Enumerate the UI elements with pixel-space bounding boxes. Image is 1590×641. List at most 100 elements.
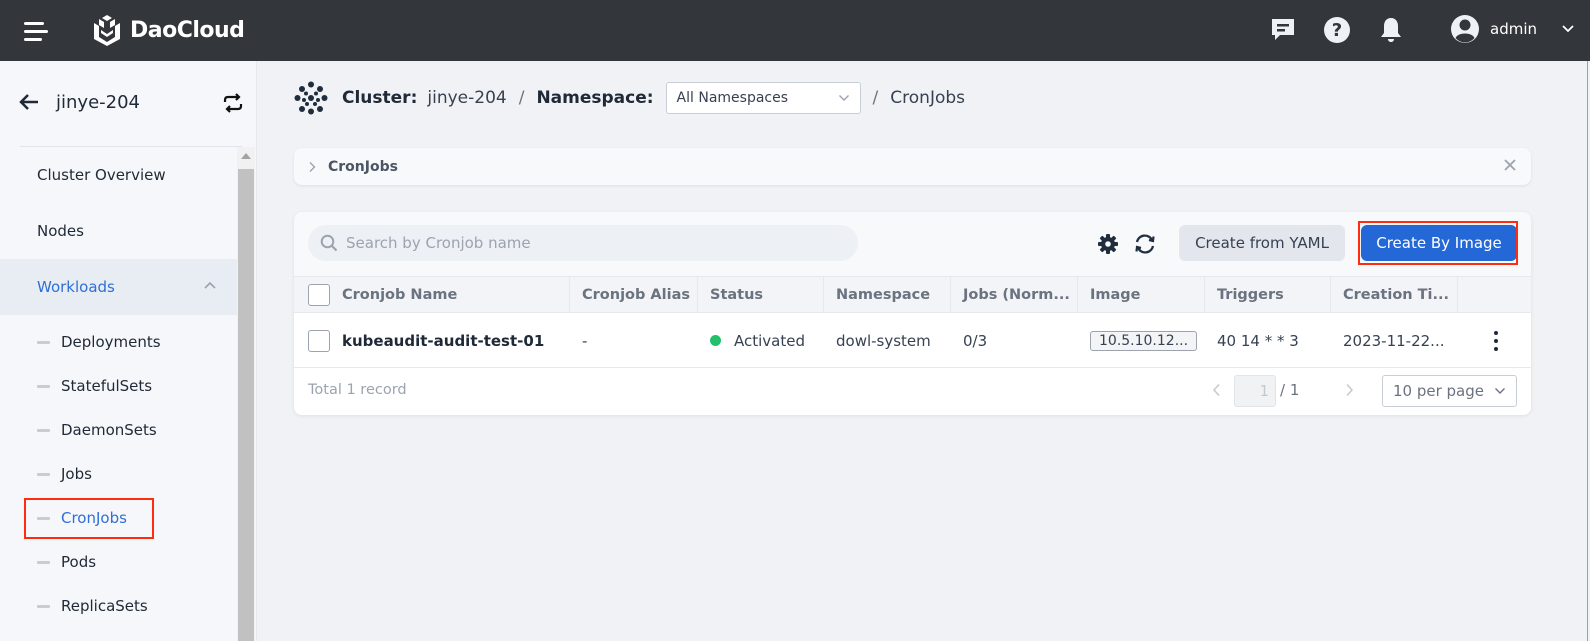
breadcrumb-separator: / bbox=[518, 88, 525, 108]
help-icon[interactable]: ? bbox=[1323, 16, 1351, 44]
sidebar-item-nodes[interactable]: Nodes bbox=[0, 203, 237, 259]
chevron-down-icon bbox=[1562, 25, 1574, 33]
sidebar-item-cronjobs[interactable]: CronJobs bbox=[0, 496, 237, 540]
column-header-creation-time[interactable]: Creation Ti... bbox=[1331, 277, 1458, 313]
logo[interactable]: DaoCloud bbox=[90, 13, 245, 47]
chevron-left-icon[interactable] bbox=[1212, 383, 1221, 397]
cell-namespace: dowl-system bbox=[824, 313, 951, 368]
table-row[interactable]: kubeaudit-audit-test-01 - Activated dowl… bbox=[294, 313, 1531, 368]
user-avatar-icon bbox=[1451, 15, 1479, 43]
column-header-triggers[interactable]: Triggers bbox=[1205, 277, 1331, 313]
sidebar-item-label: StatefulSets bbox=[61, 377, 153, 395]
page-number-input[interactable]: 1 bbox=[1234, 375, 1276, 407]
window-edge bbox=[1587, 61, 1588, 641]
namespace-select[interactable]: All Namespaces bbox=[665, 82, 861, 114]
sidebar-item-label: Cluster Overview bbox=[37, 166, 166, 184]
sidebar-item-label: DaemonSets bbox=[61, 421, 157, 439]
create-from-yaml-button[interactable]: Create from YAML bbox=[1179, 225, 1345, 261]
column-header-namespace[interactable]: Namespace bbox=[824, 277, 951, 313]
sidebar-item-pods[interactable]: Pods bbox=[0, 540, 237, 584]
close-icon[interactable] bbox=[1503, 158, 1517, 172]
cell-image: 10.5.10.12... bbox=[1078, 313, 1205, 368]
info-bar-title: CronJobs bbox=[328, 158, 398, 175]
creation-time-text: 2023-11-22... bbox=[1343, 331, 1445, 350]
dash-icon bbox=[37, 341, 50, 344]
row-checkbox[interactable] bbox=[308, 329, 330, 352]
cronjob-name-link[interactable]: kubeaudit-audit-test-01 bbox=[342, 332, 544, 350]
cell-cronjob-name: kubeaudit-audit-test-01 bbox=[294, 313, 570, 368]
column-header-label: Jobs (Norm... bbox=[963, 287, 1070, 303]
sidebar-item-daemonsets[interactable]: DaemonSets bbox=[0, 408, 237, 452]
image-tag[interactable]: 10.5.10.12... bbox=[1090, 330, 1198, 351]
svg-text:?: ? bbox=[1332, 20, 1342, 41]
dash-icon bbox=[37, 429, 50, 432]
sidebar-item-jobs[interactable]: Jobs bbox=[0, 452, 237, 496]
chevron-right-icon[interactable] bbox=[1345, 383, 1354, 397]
column-header-image[interactable]: Image bbox=[1078, 277, 1205, 313]
dash-icon bbox=[37, 517, 50, 520]
user-menu[interactable]: admin bbox=[1450, 14, 1575, 44]
per-page-select[interactable]: 10 per page bbox=[1382, 375, 1517, 407]
chevron-down-icon bbox=[1495, 388, 1505, 394]
sidebar-scrollbar[interactable] bbox=[237, 147, 255, 641]
sidebar-item-replicasets[interactable]: ReplicaSets bbox=[0, 584, 237, 628]
cluster-value[interactable]: jinye-204 bbox=[427, 88, 506, 108]
cluster-name: jinye-204 bbox=[56, 92, 140, 113]
sidebar-item-label: Nodes bbox=[37, 222, 84, 240]
status-dot-icon bbox=[710, 335, 721, 346]
per-page-value: 10 per page bbox=[1393, 382, 1485, 400]
sidebar-item-workloads[interactable]: Workloads bbox=[0, 259, 237, 315]
column-header-label: Image bbox=[1090, 287, 1141, 303]
info-bar: CronJobs bbox=[294, 148, 1531, 185]
column-header-cronjob-name[interactable]: Cronjob Name bbox=[294, 277, 570, 313]
more-actions-icon[interactable] bbox=[1486, 329, 1506, 353]
sidebar-item-cluster-overview[interactable]: Cluster Overview bbox=[0, 147, 237, 203]
message-icon[interactable] bbox=[1269, 16, 1297, 44]
dash-icon bbox=[37, 473, 50, 476]
sidebar-item-label: Deployments bbox=[61, 333, 161, 351]
search-input[interactable] bbox=[346, 234, 826, 252]
sidebar-item-deployments[interactable]: Deployments bbox=[0, 320, 237, 364]
breadcrumb-separator: / bbox=[872, 88, 879, 108]
column-header-jobs[interactable]: Jobs (Norm... bbox=[951, 277, 1078, 313]
refresh-icon[interactable] bbox=[1133, 232, 1157, 256]
sidebar-item-statefulsets[interactable]: StatefulSets bbox=[0, 364, 237, 408]
menu-icon[interactable] bbox=[24, 21, 48, 41]
scroll-thumb[interactable] bbox=[238, 169, 254, 641]
brand-name: DaoCloud bbox=[130, 17, 245, 43]
sidebar-item-label: Pods bbox=[61, 553, 97, 571]
table-footer: Total 1 record 1 / 1 10 per page bbox=[294, 368, 1531, 415]
search-box[interactable] bbox=[308, 225, 858, 261]
cluster-label: Cluster: bbox=[342, 88, 418, 108]
cell-cronjob-alias: - bbox=[570, 313, 698, 368]
chevron-right-icon[interactable] bbox=[308, 161, 316, 173]
daocloud-logo-icon bbox=[94, 15, 120, 46]
cell-jobs: 0/3 bbox=[951, 313, 1078, 368]
sidebar-item-label: ReplicaSets bbox=[61, 597, 148, 615]
scroll-up-arrow-icon[interactable] bbox=[241, 153, 251, 159]
column-header-status[interactable]: Status bbox=[698, 277, 824, 313]
switch-cluster-icon[interactable] bbox=[222, 93, 244, 113]
dash-icon bbox=[37, 561, 50, 564]
settings-gear-icon[interactable] bbox=[1096, 232, 1120, 256]
chevron-up-icon bbox=[204, 281, 216, 289]
column-header-cronjob-alias[interactable]: Cronjob Alias bbox=[570, 277, 698, 313]
create-by-image-button[interactable]: Create By Image bbox=[1361, 225, 1517, 261]
top-bar: DaoCloud ? admin bbox=[0, 0, 1590, 61]
column-header-actions bbox=[1458, 277, 1531, 313]
column-header-label: Cronjob Alias bbox=[582, 287, 691, 303]
back-arrow-icon[interactable] bbox=[18, 91, 40, 113]
select-all-checkbox[interactable] bbox=[308, 284, 330, 306]
sidebar-header: jinye-204 bbox=[0, 61, 257, 147]
triggers-text: 40 14 * * 3 bbox=[1217, 331, 1299, 350]
sidebar: jinye-204 Cluster Overview Nodes Workloa… bbox=[0, 61, 257, 641]
bell-icon[interactable] bbox=[1377, 16, 1405, 44]
sidebar-item-label: Workloads bbox=[37, 278, 115, 296]
namespace-select-value: All Namespaces bbox=[676, 90, 789, 106]
column-header-label: Cronjob Name bbox=[342, 287, 458, 303]
cluster-icon bbox=[294, 81, 328, 115]
cell-status: Activated bbox=[698, 313, 824, 368]
cell-creation-time: 2023-11-22... bbox=[1331, 313, 1458, 368]
cronjob-alias: - bbox=[582, 331, 588, 350]
total-records: Total 1 record bbox=[308, 382, 407, 398]
